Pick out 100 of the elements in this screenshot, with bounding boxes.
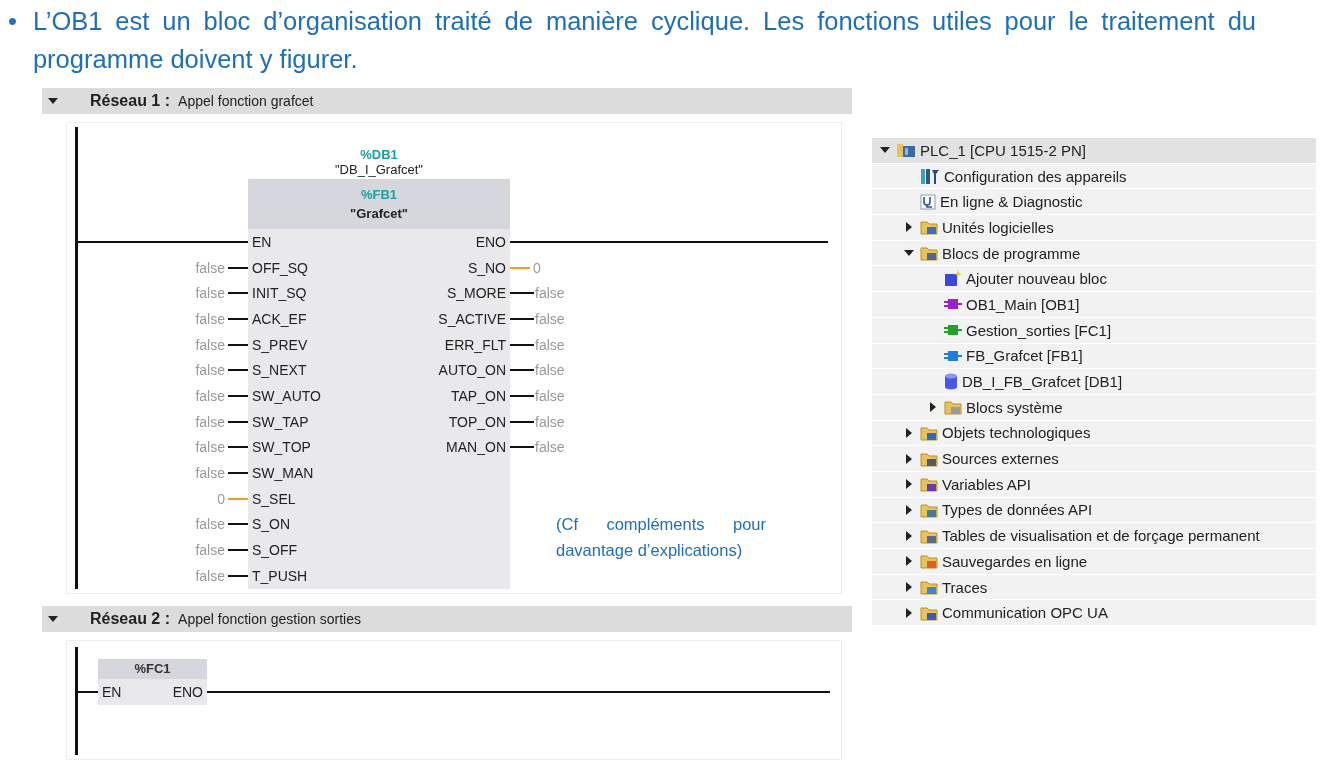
- block-name: "Grafcet": [350, 206, 408, 221]
- folder-icon: [920, 527, 938, 544]
- tree-item[interactable]: Unités logicielles: [942, 218, 1054, 236]
- expand-arrow-icon[interactable]: [904, 582, 914, 593]
- expand-arrow-icon[interactable]: [904, 504, 914, 515]
- block-address: %FB1: [360, 187, 398, 202]
- output-value: 0: [533, 259, 541, 276]
- output-value: false: [535, 362, 565, 379]
- folder-icon: [920, 501, 938, 518]
- diagnostic-icon: [920, 193, 936, 210]
- collapse-arrow-icon[interactable]: [48, 96, 58, 106]
- tree-item[interactable]: Communication OPC UA: [942, 604, 1108, 622]
- instance-name: "DB_I_Grafcet": [335, 162, 423, 177]
- pin-label: S_ACTIVE: [438, 310, 506, 327]
- expand-arrow-icon[interactable]: [928, 402, 938, 413]
- tree-item[interactable]: Sources externes: [942, 450, 1059, 468]
- instance-address: %DB1: [360, 147, 398, 162]
- folder-icon: [920, 604, 938, 621]
- input-value: false: [195, 439, 225, 456]
- wire: [228, 317, 248, 320]
- tree-item[interactable]: Sauvegardes en ligne: [942, 552, 1088, 570]
- wire: [228, 472, 248, 475]
- output-value: false: [535, 387, 565, 404]
- folder-icon: [920, 553, 938, 570]
- wire: [228, 574, 248, 577]
- wire: [228, 292, 248, 295]
- wire: [228, 446, 248, 449]
- tree-item[interactable]: Blocs système: [966, 398, 1063, 416]
- input-value: false: [195, 259, 225, 276]
- expand-arrow-icon[interactable]: [904, 427, 914, 438]
- block-address: %FC1: [134, 661, 171, 677]
- folder-icon: [944, 399, 962, 416]
- expand-arrow-icon[interactable]: [904, 479, 914, 490]
- tree-item[interactable]: Variables API: [942, 475, 1031, 493]
- pin-label: ACK_EF: [252, 310, 307, 327]
- add-block-icon: [944, 270, 962, 288]
- input-value: false: [195, 362, 225, 379]
- input-value: 0: [217, 490, 225, 507]
- intro-paragraph: L’OB1 est un bloc d’organisation traité de manière cyclique. Les fonctions utiles pour le traitement du programme doivent y figurer.: [32, 6, 1256, 75]
- pin-label: MAN_ON: [446, 439, 506, 456]
- block-icon: [944, 297, 962, 312]
- tree-item[interactable]: Ajouter nouveau bloc: [966, 270, 1107, 288]
- expand-arrow-icon[interactable]: [904, 530, 914, 541]
- pin-label: S_NEXT: [252, 362, 307, 379]
- tree-item[interactable]: DB_I_FB_Grafcet [DB1]: [962, 373, 1123, 391]
- wire: [228, 497, 248, 500]
- tree-item[interactable]: En ligne & Diagnostic: [940, 193, 1083, 211]
- wire: [510, 292, 532, 295]
- output-value: false: [535, 413, 565, 430]
- input-value: false: [195, 465, 225, 482]
- expand-arrow-icon[interactable]: [904, 222, 914, 233]
- tree-item[interactable]: Gestion_sorties [FC1]: [966, 321, 1112, 339]
- input-value: false: [195, 542, 225, 559]
- tree-item[interactable]: Objets technologiques: [942, 424, 1091, 442]
- tree-item[interactable]: Configuration des appareils: [944, 167, 1127, 185]
- expand-arrow-icon[interactable]: [904, 607, 914, 618]
- note-text: (Cf compléments pour davantage d’explications): [556, 514, 766, 562]
- pin-label: S_MORE: [446, 285, 506, 302]
- pin-label: ENO: [475, 233, 506, 250]
- input-value: false: [195, 285, 225, 302]
- pin-label: TAP_ON: [451, 387, 506, 404]
- folder-icon: [920, 450, 938, 467]
- pin-label: TOP_ON: [448, 413, 506, 430]
- tree-item[interactable]: Blocs de programme: [942, 244, 1081, 262]
- pin-label: EN: [102, 683, 122, 700]
- tree-item[interactable]: OB1_Main [OB1]: [966, 295, 1080, 313]
- expand-arrow-icon[interactable]: [904, 556, 914, 567]
- device-config-icon: [920, 167, 940, 185]
- wire: [510, 369, 532, 372]
- folder-icon: [920, 579, 938, 596]
- pin-label: S_SEL: [252, 490, 296, 507]
- output-value: false: [535, 439, 565, 456]
- wire: [228, 266, 248, 269]
- folder-icon: [920, 245, 938, 262]
- collapse-arrow-icon[interactable]: [48, 613, 58, 624]
- wire: [510, 343, 532, 346]
- block-icon: [944, 348, 962, 363]
- input-value: false: [195, 516, 225, 533]
- tree-item[interactable]: FB_Grafcet [FB1]: [966, 347, 1083, 365]
- tree-item[interactable]: Tables de visualisation et de forçage permanent: [942, 527, 1260, 545]
- plc-icon: [896, 142, 916, 159]
- pin-label: ERR_FLT: [444, 336, 506, 353]
- output-value: false: [535, 310, 565, 327]
- tree-item[interactable]: Types de données API: [942, 501, 1093, 519]
- input-value: false: [195, 387, 225, 404]
- folder-icon: [920, 476, 938, 493]
- pin-label: AUTO_ON: [438, 362, 506, 379]
- network-title: Réseau 2 :: [90, 609, 171, 628]
- network-title: Réseau 1 :: [90, 92, 171, 110]
- wire: [510, 317, 532, 320]
- pin-label: SW_MAN: [252, 465, 314, 482]
- wire: [510, 394, 532, 397]
- tree-item[interactable]: Traces: [942, 578, 988, 596]
- block-icon: [944, 323, 962, 338]
- pin-label: ENO: [172, 683, 203, 700]
- pin-label: S_NO: [467, 259, 506, 276]
- expand-arrow-icon[interactable]: [904, 453, 914, 464]
- output-value: false: [535, 336, 565, 353]
- network-comment: Appel fonction grafcet: [178, 93, 314, 109]
- output-value: false: [535, 285, 565, 302]
